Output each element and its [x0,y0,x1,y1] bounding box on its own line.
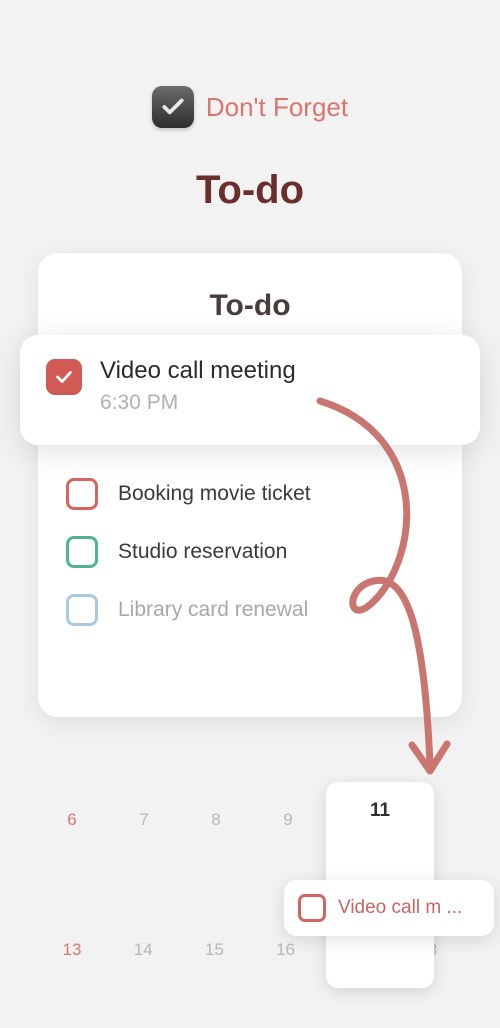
app-header: Don't Forget [0,0,500,128]
item-label: Studio reservation [118,540,287,564]
calendar-day[interactable]: 8 [184,810,248,830]
list-item[interactable]: Studio reservation [66,536,434,568]
checkbox-icon[interactable] [66,536,98,568]
item-label: Library card renewal [118,598,308,622]
app-title: Don't Forget [206,92,348,123]
calendar-day[interactable]: 13 [40,940,104,960]
calendar-day-number: 11 [326,800,434,822]
item-label: Booking movie ticket [118,482,311,506]
calendar-event-chip[interactable]: Video call m ... [284,880,494,936]
list-item[interactable]: Booking movie ticket [66,478,434,510]
checked-checkbox-icon[interactable] [46,359,82,395]
item-label: Video call meeting [100,357,296,385]
checkmark-icon [160,94,186,120]
list-item[interactable]: Library card renewal [66,594,434,626]
page-title: To-do [0,168,500,213]
calendar-day[interactable]: 14 [111,940,175,960]
checkbox-icon[interactable] [298,894,326,922]
item-text: Video call meeting 6:30 PM [100,357,296,415]
highlighted-todo-item[interactable]: Video call meeting 6:30 PM [20,335,480,445]
calendar-day[interactable]: 9 [256,810,320,830]
calendar-day[interactable]: 16 [254,940,318,960]
event-label: Video call m ... [338,897,462,919]
calendar-row: 6 7 8 9 [40,810,320,830]
todo-card: To-do Booking movie ticket Studio reserv… [38,253,462,717]
calendar-day[interactable]: 7 [112,810,176,830]
card-title: To-do [38,289,462,323]
item-time: 6:30 PM [100,391,296,415]
calendar-day[interactable]: 15 [182,940,246,960]
calendar-day[interactable]: 6 [40,810,104,830]
checkbox-icon[interactable] [66,594,98,626]
checkbox-icon[interactable] [66,478,98,510]
todo-items-list: Booking movie ticket Studio reservation … [38,478,462,626]
app-logo-icon [152,86,194,128]
